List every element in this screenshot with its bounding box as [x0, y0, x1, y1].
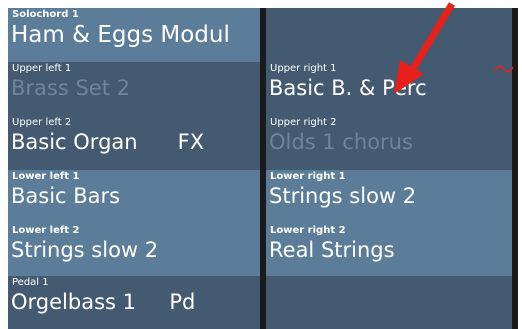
slot-label: Lower right 1	[270, 171, 346, 182]
slot-label: Lower left 1	[12, 171, 80, 182]
slot-value: Strings slow 2	[269, 184, 417, 208]
slot-lower-left-2[interactable]: Lower left 2 Strings slow 2	[8, 224, 260, 276]
slot-pedal-1[interactable]: Pedal 1 Orgelbass 1 Pd	[8, 276, 260, 329]
slot-value: Ham & Eggs Modul	[11, 22, 230, 48]
slot-lower-left-1[interactable]: Lower left 1 Basic Bars	[8, 170, 260, 224]
slot-upper-right-2[interactable]: Upper right 2 Olds 1 chorus	[266, 116, 512, 170]
slot-label: Upper right 1	[270, 63, 337, 74]
slot-label: Upper left 2	[12, 117, 72, 128]
slot-value: Strings slow 2	[11, 238, 159, 262]
slot-upper-left-1[interactable]: Upper left 1 Brass Set 2	[8, 62, 260, 116]
slot-value: Basic Organ FX	[11, 130, 205, 154]
slot-upper-right-1[interactable]: Upper right 1 Basic B. & Perc	[266, 62, 512, 116]
slot-value: Orgelbass 1 Pd	[11, 290, 196, 314]
tilde-indicator-icon	[494, 65, 514, 73]
slot-label: Solochord 1	[12, 9, 79, 20]
slot-value: Brass Set 2	[11, 76, 130, 100]
slot-lower-right-1[interactable]: Lower right 1 Strings slow 2	[266, 170, 512, 224]
slot-label: Upper left 1	[12, 63, 72, 74]
slot-solochord-1[interactable]: Solochord 1 Ham & Eggs Modul	[8, 8, 260, 62]
slot-empty-top-right	[266, 8, 512, 62]
slot-value: Real Strings	[269, 238, 395, 262]
slot-lower-right-2[interactable]: Lower right 2 Real Strings	[266, 224, 512, 276]
slot-empty-bottom-right	[266, 276, 512, 329]
slot-label: Pedal 1	[12, 277, 49, 288]
organ-registration-screen: Solochord 1 Ham & Eggs Modul Upper left …	[0, 0, 522, 329]
slot-label: Lower right 2	[270, 225, 346, 236]
slot-upper-left-2[interactable]: Upper left 2 Basic Organ FX	[8, 116, 260, 170]
slot-value: Olds 1 chorus	[269, 130, 413, 154]
red-arrow-icon	[394, 2, 456, 94]
slot-label: Upper right 2	[270, 117, 337, 128]
slot-label: Lower left 2	[12, 225, 80, 236]
slot-value: Basic Bars	[11, 184, 121, 208]
